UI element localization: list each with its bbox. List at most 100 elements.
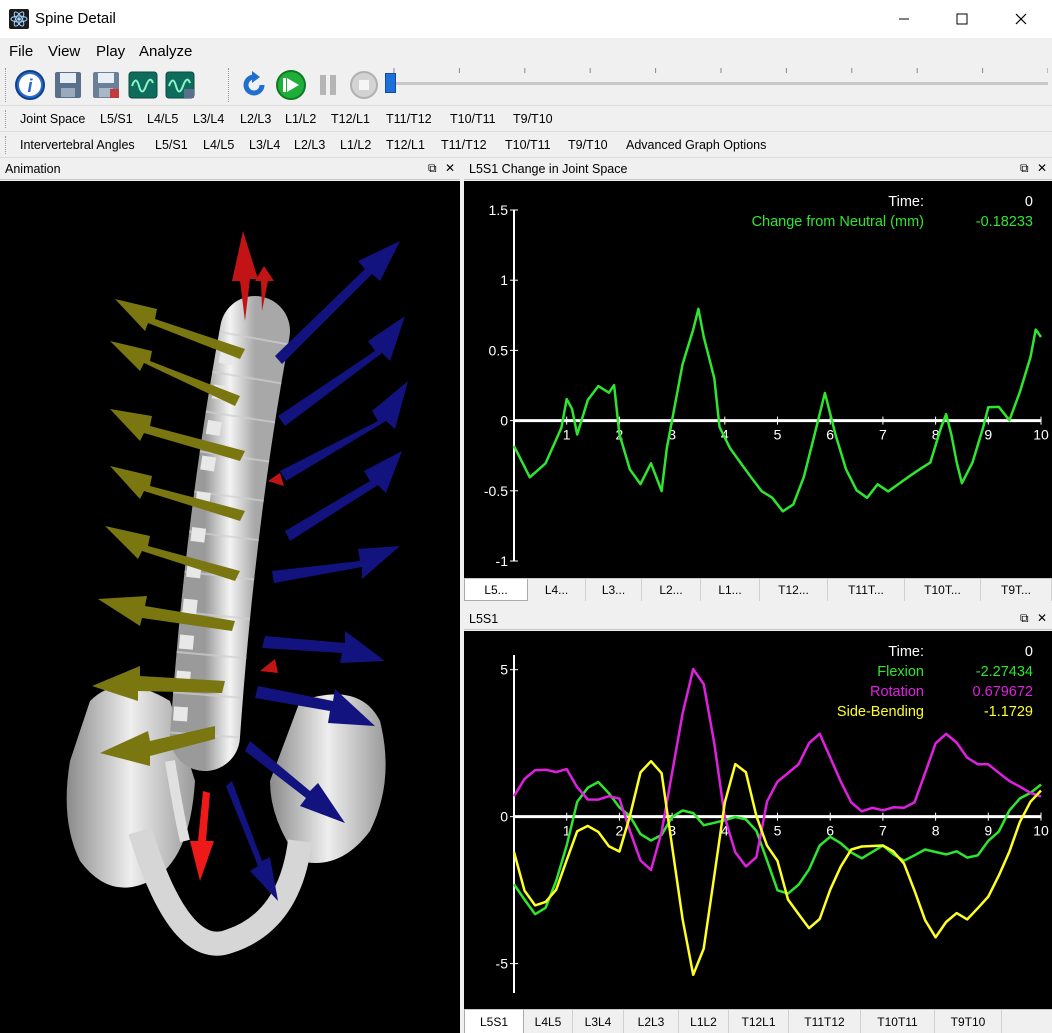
- close-panel-icon[interactable]: ✕: [445, 161, 455, 175]
- readout-value: -1.1729: [984, 704, 1033, 720]
- y-tick-label: -1: [496, 553, 509, 569]
- y-tick-label: 0: [500, 413, 508, 429]
- angles-tab[interactable]: L4L5: [524, 1010, 573, 1033]
- nav-angle-l2l3[interactable]: L2/L3: [294, 138, 325, 152]
- x-tick-label: 5: [774, 823, 782, 839]
- joint-space-tab[interactable]: T12...: [760, 579, 828, 601]
- series-line-side-bending: [512, 759, 1042, 977]
- save-as-icon[interactable]: [90, 69, 122, 101]
- angles-tab[interactable]: L2L3: [624, 1010, 679, 1033]
- nav-angles-label[interactable]: Intervertebral Angles: [20, 138, 135, 152]
- nav-angle-t9t10[interactable]: T9/T10: [568, 138, 608, 152]
- save-icon[interactable]: [52, 69, 84, 101]
- joint-space-tab[interactable]: L1...: [701, 579, 760, 601]
- angles-panel-title: L5S1: [469, 612, 499, 626]
- close-panel-icon[interactable]: ✕: [1037, 611, 1047, 625]
- joint-space-tab[interactable]: L2...: [642, 579, 701, 601]
- nav-joint-l3l4[interactable]: L3/L4: [193, 112, 224, 126]
- angles-tab[interactable]: T12L1: [729, 1010, 789, 1033]
- angles-tab[interactable]: L1L2: [679, 1010, 729, 1033]
- nav-joint-t10t11[interactable]: T10/T11: [450, 112, 496, 126]
- rewind-icon[interactable]: [238, 69, 270, 101]
- menu-analyze[interactable]: Analyze: [139, 43, 192, 60]
- series-line-rotation: [512, 667, 1042, 872]
- minimize-button[interactable]: [875, 0, 933, 38]
- joint-space-navbar: Joint Space L5/S1 L4/L5 L3/L4 L2/L3 L1/L…: [0, 106, 1052, 132]
- nav-angle-t10t11[interactable]: T10/T11: [505, 138, 551, 152]
- angles-tabbar: L5S1 L4L5 L3L4 L2L3 L1L2 T12L1 T11T12 T10T11 T9T…: [464, 1009, 1052, 1033]
- info-icon[interactable]: i: [14, 69, 46, 101]
- nav-angle-t11t12[interactable]: T11/T12: [441, 138, 487, 152]
- joint-space-panel-header: L5S1 Change in Joint Space ⧉ ✕: [464, 158, 1052, 180]
- joint-space-tab[interactable]: T9T...: [981, 579, 1052, 601]
- menu-view[interactable]: View: [48, 43, 80, 60]
- animation-viewport[interactable]: [0, 181, 460, 1033]
- x-tick-label: 1: [563, 427, 571, 443]
- nav-joint-t9t10[interactable]: T9/T10: [513, 112, 553, 126]
- graph-icon[interactable]: [127, 69, 159, 101]
- series-line-flexion: [512, 780, 1042, 916]
- menu-file[interactable]: File: [9, 43, 33, 60]
- close-button[interactable]: [992, 0, 1050, 38]
- maximize-button[interactable]: [933, 0, 991, 38]
- joint-space-panel-title: L5S1 Change in Joint Space: [469, 162, 628, 176]
- nav-joint-l2l3[interactable]: L2/L3: [240, 112, 271, 126]
- float-panel-icon[interactable]: ⧉: [428, 161, 437, 176]
- nav-angle-l4l5[interactable]: L4/L5: [203, 138, 234, 152]
- graph-settings-icon[interactable]: [164, 69, 196, 101]
- nav-joint-l4l5[interactable]: L4/L5: [147, 112, 178, 126]
- animation-panel-title: Animation: [5, 162, 61, 176]
- angles-chart-area[interactable]: -5 0 5 1 2 3 4 5 6 7 8 9 10 Time: 0 Flexion -2.27434 Rota…: [464, 631, 1052, 1009]
- joint-space-tab[interactable]: T11T...: [828, 579, 905, 601]
- readout-label: Change from Neutral (mm): [752, 214, 924, 230]
- angles-tab[interactable]: T11T12: [789, 1010, 861, 1033]
- angles-chart: -5051 2 3 4 5 6 7 8 9 10Time: 0Flexion -2.27434Rota…: [496, 644, 1049, 993]
- joint-space-tabbar: L5... L4... L3... L2... L1... T12... T11T... T1…: [464, 578, 1052, 601]
- angles-panel-header: L5S1 ⧉ ✕: [464, 608, 1052, 630]
- advanced-graph-options[interactable]: Advanced Graph Options: [626, 138, 766, 152]
- float-panel-icon[interactable]: ⧉: [1020, 611, 1029, 626]
- y-tick-label: 5: [500, 662, 508, 678]
- stop-icon[interactable]: [348, 69, 380, 101]
- x-tick-label: 10: [1033, 427, 1049, 443]
- x-tick-label: 10: [1033, 823, 1049, 839]
- nav-joint-t12l1[interactable]: T12/L1: [331, 112, 370, 126]
- nav-angle-l1l2[interactable]: L1/L2: [340, 138, 371, 152]
- nav-joint-t11t12[interactable]: T11/T12: [386, 112, 432, 126]
- y-tick-label: 1.5: [489, 202, 509, 218]
- nav-angle-t12l1[interactable]: T12/L1: [386, 138, 425, 152]
- readout-label: Flexion: [877, 664, 924, 680]
- playback-slider-track[interactable]: [392, 82, 1048, 85]
- joint-space-tab[interactable]: L3...: [586, 579, 642, 601]
- angles-tab[interactable]: L3L4: [573, 1010, 624, 1033]
- play-icon[interactable]: [275, 69, 307, 101]
- x-tick-label: 2: [616, 823, 624, 839]
- toolbar-separator: [228, 68, 230, 102]
- playback-slider-handle[interactable]: [385, 73, 396, 93]
- menu-play[interactable]: Play: [96, 43, 125, 60]
- float-panel-icon[interactable]: ⧉: [1020, 161, 1029, 176]
- joint-space-tab[interactable]: T10T...: [905, 579, 981, 601]
- nav-angle-l5s1[interactable]: L5/S1: [155, 138, 188, 152]
- series-line-change: [512, 307, 1043, 513]
- spine-3d-render: [66, 231, 408, 956]
- joint-space-tab[interactable]: L5...: [464, 579, 528, 601]
- toolbar-grip: [5, 68, 7, 102]
- close-panel-icon[interactable]: ✕: [1037, 161, 1047, 175]
- joint-space-chart-area[interactable]: -1 -0.5 0 0.5 1 1.5 1 2 3 4 5 6 7 8 9 10 Time: 0 Change fr…: [464, 181, 1052, 578]
- nav-joint-l1l2[interactable]: L1/L2: [285, 112, 316, 126]
- angles-tab[interactable]: L5S1: [464, 1010, 524, 1033]
- readout-value: 0: [1025, 194, 1033, 210]
- angles-tab[interactable]: T9T10: [935, 1010, 1002, 1033]
- y-tick-label: 0.5: [489, 342, 509, 358]
- x-tick-label: 9: [984, 823, 992, 839]
- x-tick-label: 5: [774, 427, 782, 443]
- nav-joint-l5s1[interactable]: L5/S1: [100, 112, 133, 126]
- angles-tab[interactable]: T10T11: [861, 1010, 935, 1033]
- nav-joint-space-label[interactable]: Joint Space: [20, 112, 85, 126]
- nav-angle-l3l4[interactable]: L3/L4: [249, 138, 280, 152]
- pause-icon[interactable]: [312, 69, 344, 101]
- title-bar: Spine Detail: [0, 0, 1052, 38]
- y-tick-label: -5: [496, 956, 509, 972]
- joint-space-tab[interactable]: L4...: [528, 579, 586, 601]
